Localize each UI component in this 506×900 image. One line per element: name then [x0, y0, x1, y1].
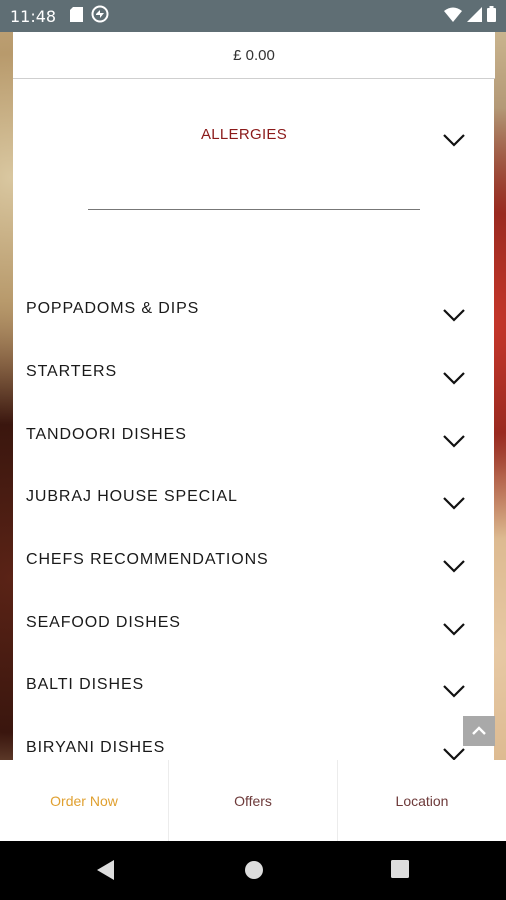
tab-label: Location	[395, 792, 449, 809]
wifi-icon	[444, 7, 462, 26]
category-label: SEAFOOD DISHES	[26, 614, 181, 631]
tab-label: Order Now	[50, 792, 118, 809]
home-icon[interactable]	[244, 860, 264, 885]
category-label: BALTI DISHES	[26, 676, 145, 693]
category-label: TANDOORI DISHES	[26, 426, 187, 443]
chevron-down-icon[interactable]	[443, 622, 465, 636]
category-tandoori-dishes[interactable]: TANDOORI DISHES	[13, 426, 494, 488]
category-balti-dishes[interactable]: BALTI DISHES	[13, 676, 494, 738]
category-biryani-dishes[interactable]: BIRYANI DISHES	[13, 739, 494, 760]
category-label: CHEFS RECOMMENDATIONS	[26, 551, 269, 568]
signal-icon	[467, 6, 482, 26]
allergies-label: ALLERGIES	[200, 126, 288, 143]
back-icon[interactable]	[97, 860, 115, 885]
category-label: STARTERS	[26, 363, 118, 380]
category-seafood-dishes[interactable]: SEAFOOD DISHES	[13, 614, 494, 676]
recents-icon[interactable]	[391, 860, 409, 883]
scroll-to-top-button[interactable]	[463, 716, 495, 746]
chevron-down-icon[interactable]	[443, 133, 465, 147]
vpn-icon	[91, 5, 109, 27]
cart-total-bar[interactable]: £ 0.00	[13, 32, 495, 79]
tab-location[interactable]: Location	[338, 760, 506, 841]
category-poppadoms-dips[interactable]: POPPADOMS & DIPS	[13, 300, 494, 362]
category-starters[interactable]: STARTERS	[13, 363, 494, 425]
category-label: POPPADOMS & DIPS	[26, 300, 200, 317]
tab-offers[interactable]: Offers	[169, 760, 338, 841]
status-time: 11:48	[10, 6, 57, 26]
category-label: BIRYANI DISHES	[26, 739, 166, 756]
category-jubraj-house-special[interactable]: JUBRAJ HOUSE SPECIAL	[13, 488, 494, 550]
chevron-down-icon[interactable]	[443, 371, 465, 385]
category-chefs-recommendations[interactable]: CHEFS RECOMMENDATIONS	[13, 551, 494, 613]
status-bar: 11:48	[0, 0, 506, 32]
chevron-down-icon[interactable]	[443, 747, 465, 760]
tab-label: Offers	[234, 792, 272, 809]
allergies-row[interactable]: ALLERGIES	[13, 79, 494, 199]
chevron-down-icon[interactable]	[443, 559, 465, 573]
chevron-down-icon[interactable]	[443, 308, 465, 322]
chevron-up-icon	[472, 722, 486, 740]
bottom-tab-bar: Order Now Offers Location	[0, 760, 506, 841]
chevron-down-icon[interactable]	[443, 496, 465, 510]
sd-card-icon	[70, 6, 84, 26]
menu-category-list[interactable]: ALLERGIES POPPADOMS & DIPS STARTERS TAND…	[13, 79, 494, 760]
navigation-bar	[0, 841, 506, 900]
divider	[88, 209, 420, 210]
category-label: JUBRAJ HOUSE SPECIAL	[26, 488, 238, 505]
chevron-down-icon[interactable]	[443, 434, 465, 448]
cart-total: £ 0.00	[233, 46, 275, 64]
tab-order-now[interactable]: Order Now	[0, 760, 169, 841]
battery-icon	[487, 6, 496, 26]
chevron-down-icon[interactable]	[443, 684, 465, 698]
